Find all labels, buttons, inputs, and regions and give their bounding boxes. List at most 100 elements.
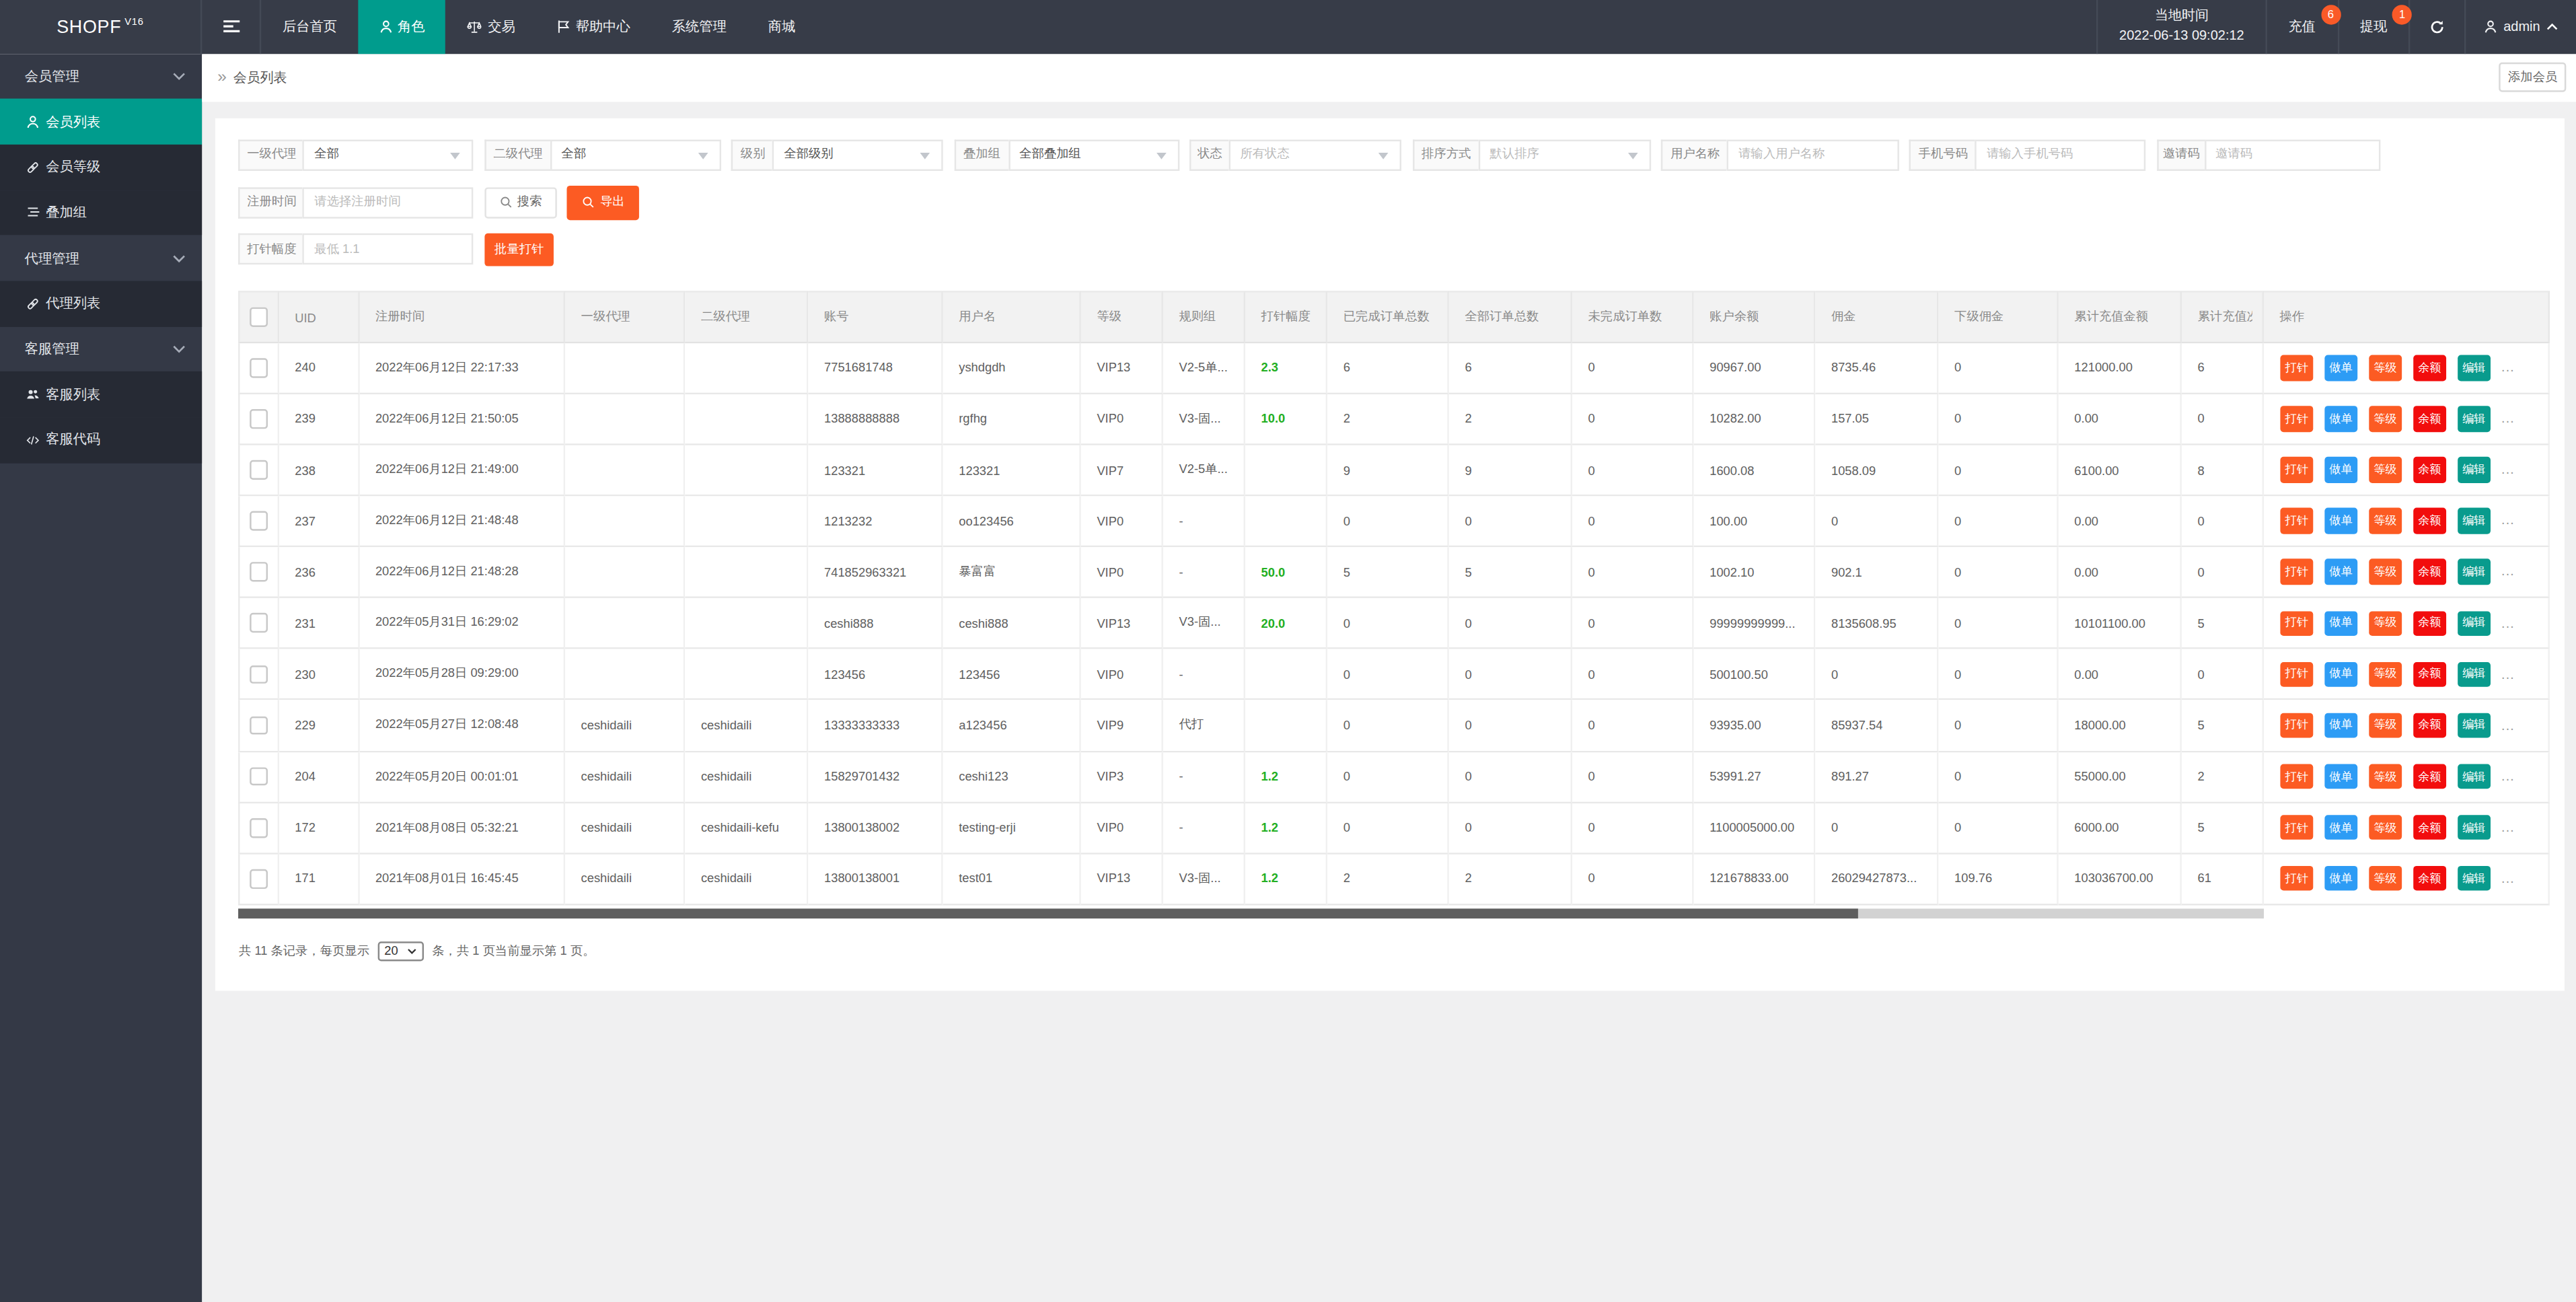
row-checkbox[interactable] [249,767,268,787]
nav-item[interactable]: 系统管理 [651,0,747,53]
op-make-order-button[interactable]: 做单 [2324,661,2357,687]
op-inject-button[interactable]: 打针 [2280,559,2314,585]
op-make-order-button[interactable]: 做单 [2324,406,2357,432]
withdraw-link[interactable]: 提现1 [2337,0,2408,53]
sidebar-item[interactable]: 客服代码 [0,417,202,463]
filter-select[interactable]: 全部 [303,139,474,170]
op-edit-button[interactable]: 编辑 [2457,610,2491,636]
nav-item[interactable]: 商城 [747,0,816,53]
page-size-select[interactable]: 20 [377,941,423,961]
nav-item[interactable]: 后台首页 [262,0,358,53]
op-level-button[interactable]: 等级 [2368,509,2402,534]
nav-item[interactable]: 交易 [445,0,536,53]
sidebar-item[interactable]: 叠加组 [0,190,202,236]
more-actions-link[interactable]: ... [2501,871,2515,886]
more-actions-link[interactable]: ... [2501,565,2515,579]
op-make-order-button[interactable]: 做单 [2324,815,2357,840]
op-make-order-button[interactable]: 做单 [2324,559,2357,585]
op-inject-button[interactable]: 打针 [2280,458,2314,483]
sidebar-item[interactable]: 会员等级 [0,145,202,190]
op-balance-button[interactable]: 余额 [2413,355,2446,381]
filter-select[interactable]: 全部叠加组 [1008,139,1179,170]
op-make-order-button[interactable]: 做单 [2324,610,2357,636]
op-make-order-button[interactable]: 做单 [2324,355,2357,381]
op-inject-button[interactable]: 打针 [2280,815,2314,840]
op-balance-button[interactable]: 余额 [2413,764,2446,789]
sidebar-item[interactable]: 代理管理 [0,236,202,281]
op-balance-button[interactable]: 余额 [2413,458,2446,483]
op-edit-button[interactable]: 编辑 [2457,406,2491,432]
op-balance-button[interactable]: 余额 [2413,713,2446,738]
op-balance-button[interactable]: 余额 [2413,559,2446,585]
more-actions-link[interactable]: ... [2501,361,2515,375]
row-checkbox[interactable] [249,818,268,838]
op-level-button[interactable]: 等级 [2368,815,2402,840]
op-edit-button[interactable]: 编辑 [2457,458,2491,483]
more-actions-link[interactable]: ... [2501,616,2515,630]
register-time-input[interactable]: 请选择注册时间 [303,186,474,217]
op-make-order-button[interactable]: 做单 [2324,458,2357,483]
nav-item[interactable]: 帮助中心 [536,0,651,53]
op-inject-button[interactable]: 打针 [2280,406,2314,432]
horizontal-scrollbar[interactable] [239,910,2264,918]
op-level-button[interactable]: 等级 [2368,406,2402,432]
op-edit-button[interactable]: 编辑 [2457,559,2491,585]
op-inject-button[interactable]: 打针 [2280,610,2314,636]
op-balance-button[interactable]: 余额 [2413,509,2446,534]
op-inject-button[interactable]: 打针 [2280,764,2314,789]
row-checkbox[interactable] [249,665,268,684]
more-actions-link[interactable]: ... [2501,513,2515,528]
op-edit-button[interactable]: 编辑 [2457,661,2491,687]
filter-select[interactable]: 全部 [550,139,721,170]
row-checkbox[interactable] [249,563,268,582]
row-checkbox[interactable] [249,460,268,480]
sidebar-toggle-button[interactable] [202,0,262,53]
user-menu[interactable]: admin [2464,0,2576,53]
filter-select[interactable]: 所有状态 [1228,139,1401,170]
filter-input[interactable]: 邀请码 [2204,139,2381,170]
op-level-button[interactable]: 等级 [2368,866,2402,892]
op-level-button[interactable]: 等级 [2368,610,2402,636]
more-actions-link[interactable]: ... [2501,667,2515,682]
nav-item[interactable]: 角色 [358,0,446,53]
op-edit-button[interactable]: 编辑 [2457,509,2491,534]
refresh-button[interactable] [2408,0,2464,53]
op-inject-button[interactable]: 打针 [2280,661,2314,687]
op-balance-button[interactable]: 余额 [2413,815,2446,840]
filter-select[interactable]: 全部级别 [772,139,943,170]
op-edit-button[interactable]: 编辑 [2457,355,2491,381]
filter-input[interactable]: 请输入手机号码 [1975,139,2146,170]
sidebar-item[interactable]: 会员列表 [0,99,202,145]
select-all-checkbox[interactable] [249,308,268,327]
recharge-link[interactable]: 充值6 [2265,0,2336,53]
op-balance-button[interactable]: 余额 [2413,406,2446,432]
op-make-order-button[interactable]: 做单 [2324,866,2357,892]
sidebar-item[interactable]: 会员管理 [0,53,202,99]
row-checkbox[interactable] [249,716,268,735]
more-actions-link[interactable]: ... [2501,411,2515,426]
op-level-button[interactable]: 等级 [2368,559,2402,585]
sidebar-item[interactable]: 客服列表 [0,372,202,418]
op-level-button[interactable]: 等级 [2368,355,2402,381]
scrollbar-thumb[interactable] [239,910,1858,918]
row-checkbox[interactable] [249,614,268,633]
filter-input[interactable]: 请输入用户名称 [1727,139,1899,170]
op-make-order-button[interactable]: 做单 [2324,764,2357,789]
op-level-button[interactable]: 等级 [2368,458,2402,483]
more-actions-link[interactable]: ... [2501,769,2515,784]
more-actions-link[interactable]: ... [2501,462,2515,477]
op-edit-button[interactable]: 编辑 [2457,764,2491,789]
op-edit-button[interactable]: 编辑 [2457,713,2491,738]
row-checkbox[interactable] [249,358,268,377]
more-actions-link[interactable]: ... [2501,820,2515,835]
export-button[interactable]: 导出 [567,185,639,219]
more-actions-link[interactable]: ... [2501,718,2515,733]
search-button[interactable]: 搜索 [484,186,556,217]
batch-inject-button[interactable]: 批量打针 [484,233,554,266]
op-inject-button[interactable]: 打针 [2280,866,2314,892]
op-level-button[interactable]: 等级 [2368,713,2402,738]
row-checkbox[interactable] [249,409,268,429]
op-inject-button[interactable]: 打针 [2280,509,2314,534]
op-edit-button[interactable]: 编辑 [2457,866,2491,892]
op-inject-button[interactable]: 打针 [2280,355,2314,381]
